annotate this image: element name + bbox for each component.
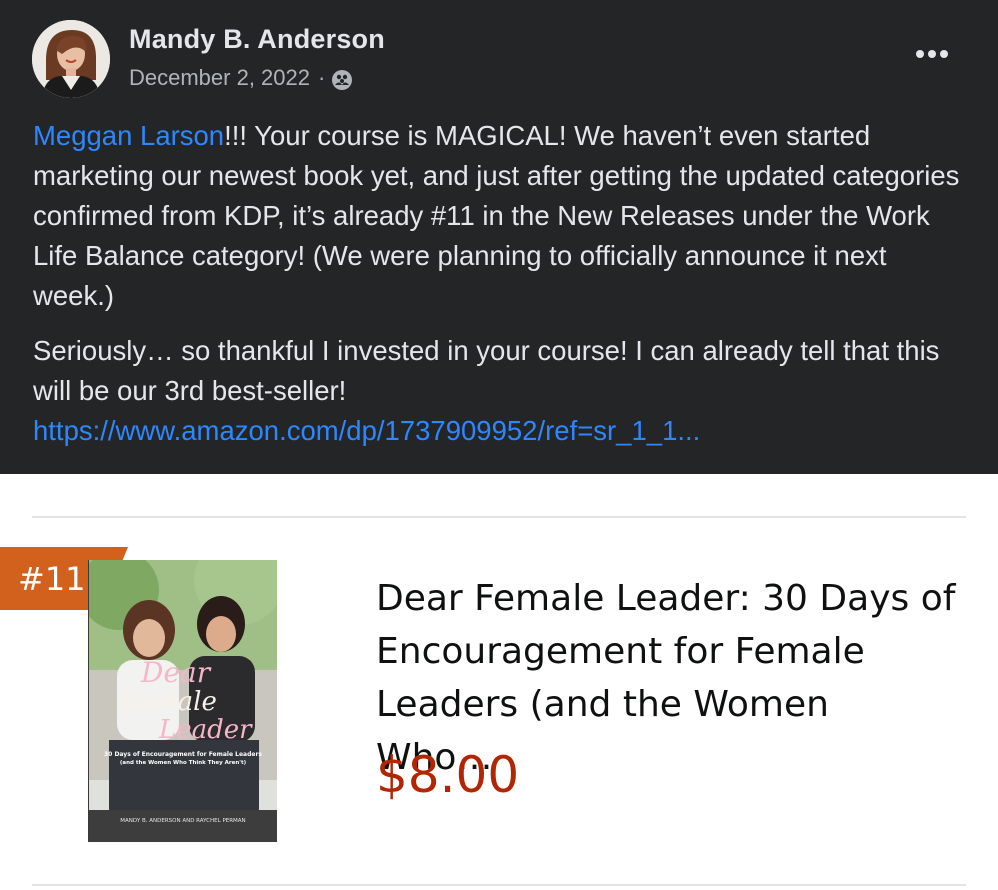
- book-cover-image[interactable]: Dear Female Leader 30 Days of Encouragem…: [88, 560, 277, 842]
- dot-icon: [940, 50, 948, 58]
- cover-title-line-3: Leader: [158, 715, 253, 745]
- dot-icon: [928, 50, 936, 58]
- amazon-link[interactable]: https://www.amazon.com/dp/1737909952/ref…: [33, 415, 700, 446]
- dot-icon: [916, 50, 924, 58]
- post-date[interactable]: December 2, 2022: [129, 65, 310, 91]
- meta-separator: ·: [318, 64, 326, 90]
- cover-subtitle-1: 30 Days of Encouragement for Female Lead…: [104, 751, 262, 758]
- post-meta: December 2, 2022 ·: [129, 64, 353, 91]
- divider: [32, 516, 966, 518]
- post-paragraph-1: Meggan Larson!!! Your course is MAGICAL!…: [33, 116, 973, 316]
- facebook-post: Mandy B. Anderson December 2, 2022 · Meg…: [0, 0, 998, 474]
- cover-subtitle-2: (and the Women Who Think They Aren't): [120, 760, 247, 766]
- author-name[interactable]: Mandy B. Anderson: [129, 24, 385, 55]
- paragraph-2-text: Seriously… so thankful I invested in you…: [33, 335, 940, 406]
- avatar[interactable]: [32, 20, 110, 98]
- rank-label: #11: [18, 560, 86, 598]
- cover-authors: MANDY B. ANDERSON AND RAYCHEL PERMAN: [120, 818, 245, 824]
- divider: [32, 884, 966, 886]
- cover-title-line-2: Female: [120, 687, 217, 717]
- mention-link[interactable]: Meggan Larson: [33, 120, 224, 151]
- link-preview-card[interactable]: #11 Dear Female Leader 30 Days of Encour…: [0, 474, 998, 890]
- more-options-button[interactable]: [914, 42, 950, 66]
- post-body: Meggan Larson!!! Your course is MAGICAL!…: [33, 116, 973, 451]
- friends-icon: [331, 69, 353, 91]
- book-price: $8.00: [376, 746, 520, 804]
- cover-title-line-1: Dear: [140, 656, 212, 689]
- profile-photo: [32, 20, 110, 98]
- post-paragraph-2: Seriously… so thankful I invested in you…: [33, 331, 973, 451]
